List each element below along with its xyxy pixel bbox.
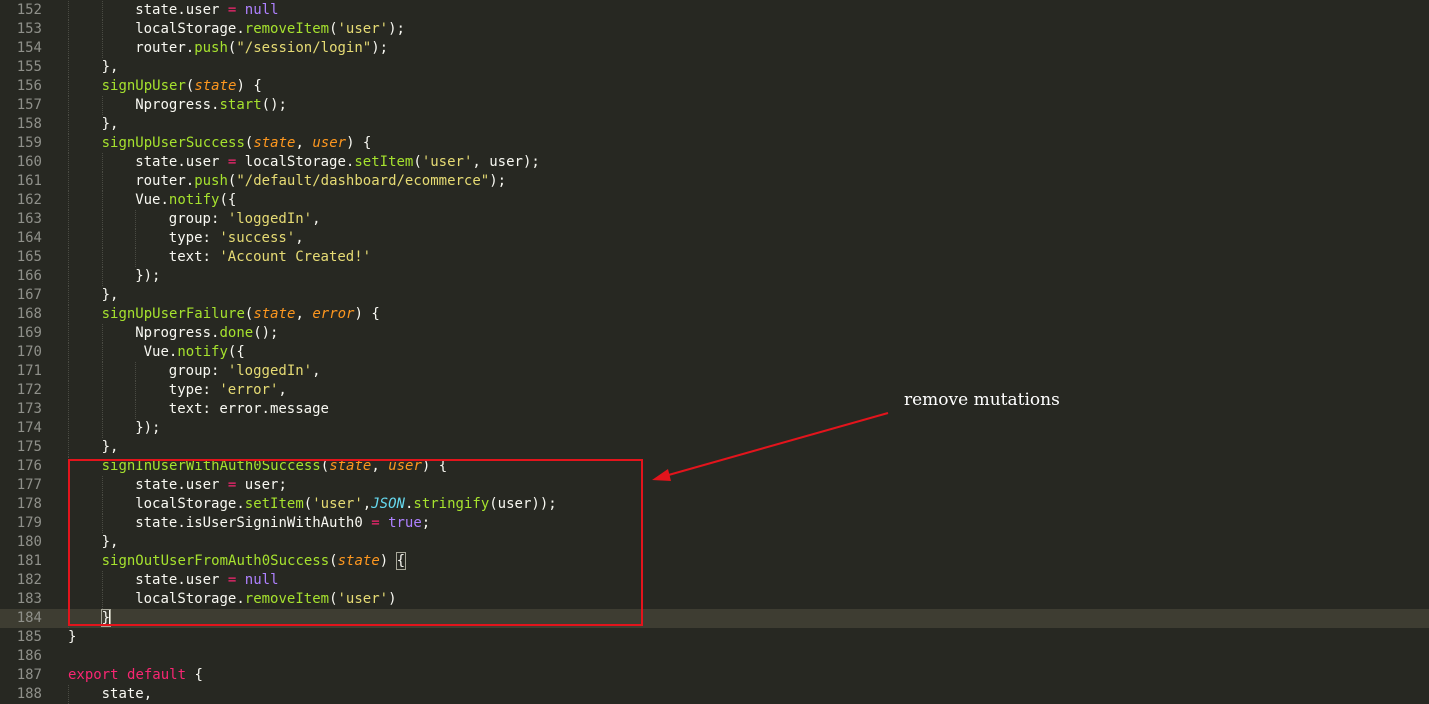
annotation-arrow [652,412,889,481]
annotation-label: remove mutations [904,390,1060,410]
